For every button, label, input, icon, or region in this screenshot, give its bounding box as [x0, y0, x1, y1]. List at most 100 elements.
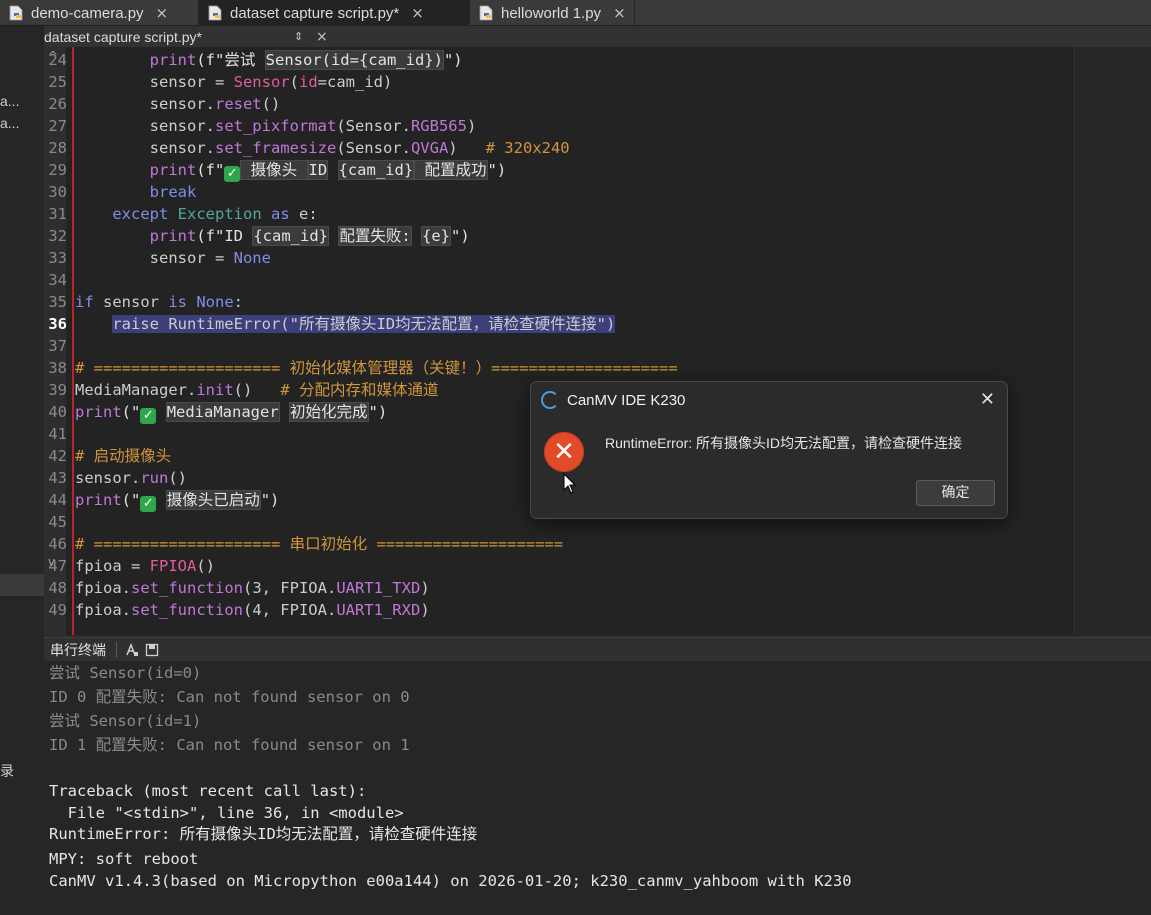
code-token: id — [298, 73, 318, 91]
code-token: sensor. — [75, 95, 215, 113]
line-number: 33 — [48, 249, 67, 267]
tab-1[interactable]: dataset capture script.py* × — [199, 0, 470, 26]
sidebar-fragment[interactable]: a... — [0, 115, 19, 131]
code-line[interactable]: 28 sensor.set_framesize(Sensor.QVGA) # 3… — [44, 137, 1074, 159]
code-line[interactable]: 49 fpioa.set_function(4, FPIOA.UART1_RXD) — [44, 599, 1074, 621]
code-token: is — [168, 293, 187, 311]
code-line[interactable]: 33 sensor = None — [44, 247, 1074, 269]
sidebar-selected-row[interactable] — [0, 574, 44, 596]
code-token: fpioa = — [75, 557, 150, 575]
code-line[interactable]: 38 # ==================== 初始化媒体管理器（关键！）==… — [44, 357, 1074, 379]
code-line[interactable]: 34 — [44, 269, 1074, 291]
code-token: set_framesize — [214, 139, 337, 157]
code-line[interactable]: 27 sensor.set_pixformat(Sensor.RGB565) — [44, 115, 1074, 137]
code-line[interactable]: 47 fpioa = FPIOA() — [44, 555, 1074, 577]
code-text: sensor.reset() — [75, 93, 281, 115]
code-token: fpioa. — [75, 579, 131, 597]
code-token: 配置失败: — [338, 226, 412, 246]
code-token: () — [196, 557, 215, 575]
tab-close-icon[interactable]: × — [613, 4, 626, 22]
sidebar-fragment[interactable]: a... — [0, 93, 19, 109]
code-line[interactable]: 25 sensor = Sensor(id=cam_id) — [44, 71, 1074, 93]
serial-terminal-output[interactable]: 尝试 Sensor(id=0) ID 0 配置失败: Can not found … — [44, 661, 1151, 915]
code-text: fpioa.set_function(3, FPIOA.UART1_TXD) — [75, 577, 430, 599]
error-dialog: CanMV IDE K230 ✕ ✕ RuntimeError: 所有摄像头ID… — [530, 381, 1008, 519]
line-number: 29 — [48, 161, 67, 179]
code-token: 初始化完成 — [289, 402, 369, 422]
code-token: print — [75, 403, 122, 421]
tab-2[interactable]: helloworld 1.py × — [470, 0, 635, 26]
code-token: () — [168, 469, 187, 487]
tab-close-icon[interactable]: × — [411, 4, 424, 22]
mouse-pointer-icon — [563, 473, 577, 494]
code-token: ) — [420, 579, 430, 597]
code-line[interactable]: 24 print(f"尝试 Sensor(id={cam_id})") — [44, 49, 1074, 71]
sidebar-fragment[interactable]: 录 — [0, 761, 14, 781]
code-token: (3, FPIOA. — [242, 579, 337, 597]
dialog-close-button[interactable]: ✕ — [980, 389, 995, 410]
code-text: sensor = None — [75, 247, 271, 269]
code-token: {e} — [421, 226, 452, 246]
code-token: QVGA — [410, 139, 449, 157]
code-token: print — [149, 227, 197, 245]
code-line[interactable]: 37 — [44, 335, 1074, 357]
code-token: if — [75, 293, 94, 311]
code-text: break — [75, 181, 197, 203]
line-number: 26 — [48, 95, 67, 113]
code-line[interactable]: 46 # ==================== 串口初始化 =========… — [44, 533, 1074, 555]
code-line[interactable]: 32 print(f"ID {cam_id} 配置失败: {e}") — [44, 225, 1074, 247]
code-token: None — [196, 293, 234, 311]
selected-code: raise RuntimeError("所有摄像头ID均无法配置，请检查硬件连接… — [112, 315, 616, 333]
tab-close-icon[interactable]: × — [156, 4, 169, 22]
code-text: print(f"尝试 Sensor(id={cam_id})") — [75, 49, 463, 71]
code-editor[interactable]: ^ v 24 print(f"尝试 Sensor(id={cam_id})") 2… — [44, 47, 1151, 635]
tab-label: demo-camera.py — [31, 4, 144, 22]
code-line[interactable]: 29 print(f" ✓ 摄像头 ID {cam_id} 配置成功") — [44, 159, 1074, 182]
editor-scrollbar[interactable] — [1074, 47, 1151, 635]
terminal-line: File "<stdin>", line 36, in <module> — [49, 804, 404, 822]
document-selector[interactable]: dataset capture script.py* — [44, 29, 294, 45]
code-line[interactable]: 30 break — [44, 181, 1074, 203]
close-editor-icon[interactable]: × — [316, 29, 328, 45]
code-token: sensor — [93, 293, 169, 311]
code-token: (Sensor. — [336, 117, 411, 135]
save-icon[interactable] — [145, 643, 159, 657]
code-token: () — [261, 95, 281, 113]
line-number: 48 — [48, 579, 67, 597]
code-line[interactable]: 35 if sensor is None: — [44, 291, 1074, 313]
code-token: {cam_id} — [337, 160, 415, 180]
code-line[interactable]: 26 sensor.reset() — [44, 93, 1074, 115]
code-text: # 启动摄像头 — [75, 445, 171, 467]
code-token: sensor = — [75, 73, 234, 91]
code-token: sensor = — [75, 249, 234, 267]
code-token: reset — [214, 95, 262, 113]
line-number: 46 — [48, 535, 67, 553]
code-line[interactable]: 31 except Exception as e: — [44, 203, 1074, 225]
document-dropdown-icon[interactable]: ⇕ — [294, 30, 310, 43]
code-text: fpioa = FPIOA() — [75, 555, 215, 577]
clear-icon[interactable] — [125, 642, 139, 657]
line-number: 35 — [48, 293, 67, 311]
line-number: 31 — [48, 205, 67, 223]
code-token: ") — [368, 403, 388, 421]
code-line[interactable]: 48 fpioa.set_function(3, FPIOA.UART1_TXD) — [44, 577, 1074, 599]
tab-label: helloworld 1.py — [501, 4, 602, 22]
code-text: print(f"ID {cam_id} 配置失败: {e}") — [75, 225, 470, 247]
code-token: (" — [121, 403, 141, 421]
error-icon: ✕ — [544, 432, 584, 472]
code-token: e: — [289, 205, 318, 223]
tab-0[interactable]: demo-camera.py × — [0, 0, 199, 26]
code-text: sensor = Sensor(id=cam_id) — [75, 71, 393, 93]
code-token: : — [233, 293, 244, 311]
ok-button[interactable]: 确定 — [916, 480, 995, 506]
code-line[interactable]: 36 raise RuntimeError("所有摄像头ID均无法配置，请检查硬… — [44, 313, 1074, 335]
code-token: ( — [289, 73, 299, 91]
dialog-titlebar: CanMV IDE K230 — [531, 382, 1007, 418]
code-token: UART1_TXD — [336, 579, 421, 597]
code-text: sensor.run() — [75, 467, 187, 489]
code-token: (" — [121, 491, 141, 509]
code-token: set_function — [131, 601, 243, 619]
